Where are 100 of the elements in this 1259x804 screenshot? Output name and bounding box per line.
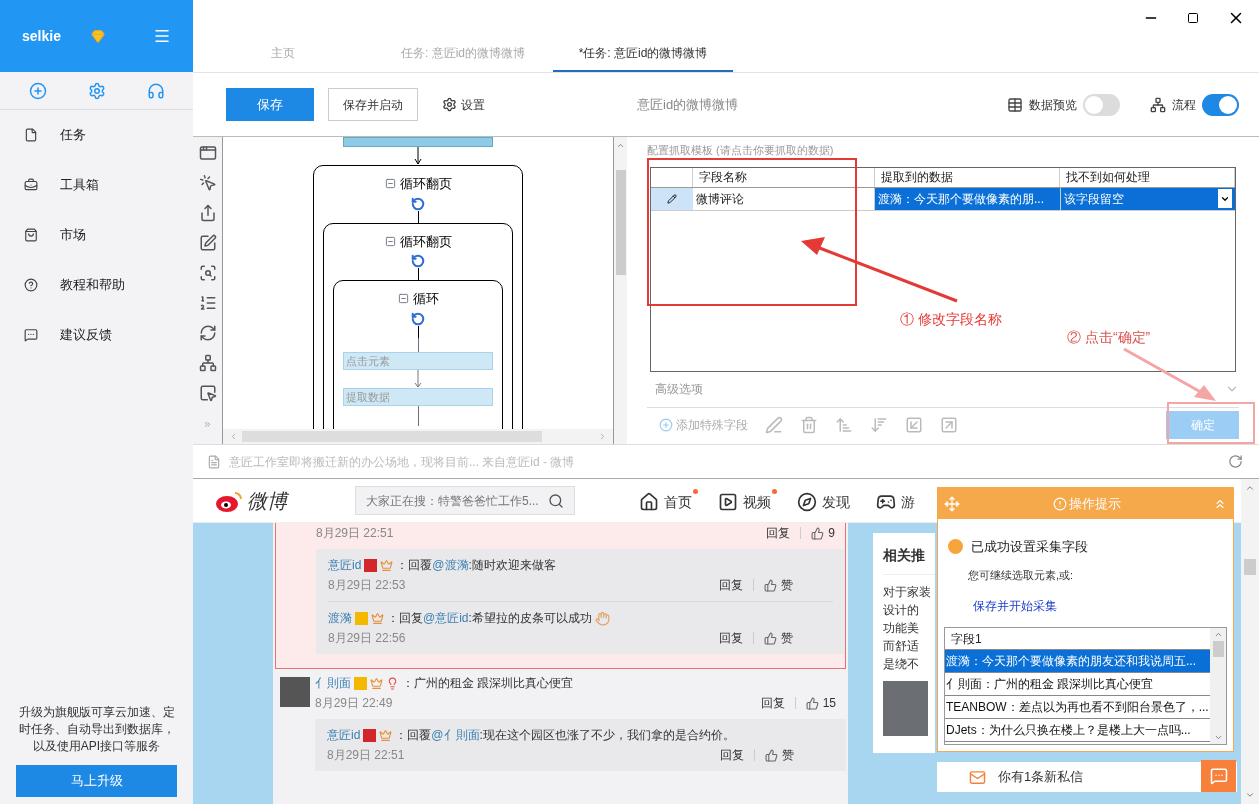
sidebar-item[interactable]: 建议反馈 — [0, 310, 193, 360]
scroll-down-icon[interactable] — [1213, 733, 1223, 742]
like-icon[interactable] — [764, 631, 777, 645]
reply-link[interactable]: 回复 — [719, 629, 743, 647]
sidebar-item[interactable]: 工具箱 — [0, 160, 193, 210]
move-up-icon[interactable] — [835, 415, 853, 434]
like-label[interactable]: 赞 — [781, 576, 793, 594]
chat-button[interactable] — [1201, 760, 1236, 792]
like-icon[interactable] — [764, 578, 777, 592]
headphones-icon[interactable] — [146, 81, 165, 100]
logo-text: 微博 — [247, 488, 287, 514]
scroll-thumb[interactable] — [1244, 558, 1256, 575]
move-icon[interactable] — [944, 495, 960, 512]
save-button[interactable]: 保存 — [226, 88, 314, 121]
task-title: 意匠id的微博微博 — [637, 95, 739, 114]
hand-icon — [594, 610, 610, 626]
like-label[interactable]: 赞 — [781, 629, 793, 647]
maximize-icon[interactable] — [1187, 11, 1199, 24]
trash-icon[interactable] — [800, 415, 818, 434]
search-icon[interactable] — [548, 492, 564, 509]
crown-icon — [379, 728, 393, 742]
cursor-icon[interactable] — [198, 384, 217, 402]
export-icon[interactable] — [940, 415, 958, 434]
nav-link[interactable]: 发现 — [797, 488, 856, 513]
sidebar-item[interactable]: 市场 — [0, 210, 193, 260]
edit-list-icon[interactable] — [765, 415, 783, 434]
reply-link[interactable]: 回复 — [720, 746, 744, 764]
comment-time: 8月29日 22:53 — [328, 577, 406, 594]
save-start-link[interactable]: 保存并开始采集 — [973, 597, 1233, 615]
home-icon — [639, 492, 659, 512]
add-icon[interactable] — [28, 81, 47, 100]
scan-icon[interactable] — [198, 264, 217, 282]
reply-link[interactable]: 回复 — [766, 524, 791, 542]
reply-link[interactable]: 回复 — [760, 694, 785, 712]
scroll-up-icon[interactable] — [1213, 630, 1223, 639]
list-icon[interactable] — [198, 294, 217, 312]
help-icon — [24, 278, 38, 292]
reply-link[interactable]: 回复 — [719, 576, 743, 594]
settings-button[interactable]: 设置 — [442, 95, 485, 114]
like-icon[interactable] — [805, 696, 819, 710]
list-item[interactable]: 渡漪：今天那个要做像素的朋友还和我说周五... — [945, 650, 1210, 673]
collapse-icon[interactable] — [384, 235, 396, 247]
upgrade-promo-text: 升级为旗舰版可享云加速、定时任务、自动导出到数据库，以及使用API接口等服务 — [17, 704, 176, 755]
move-down-icon[interactable] — [870, 415, 888, 434]
horizontal-scrollbar[interactable] — [223, 429, 613, 444]
nav-link[interactable]: 首页 — [639, 488, 698, 513]
import-icon[interactable] — [905, 415, 923, 434]
vertical-scrollbar[interactable] — [613, 137, 627, 444]
like-label[interactable]: 赞 — [782, 746, 794, 764]
scroll-right-icon[interactable] — [598, 432, 607, 441]
network-icon[interactable] — [198, 354, 217, 372]
author-name[interactable]: 渡漪 — [328, 609, 352, 627]
collapse-icon[interactable] — [384, 178, 396, 190]
nav-link[interactable]: 视频 — [718, 488, 777, 513]
edit-icon[interactable] — [198, 234, 217, 252]
nav-link[interactable]: 游 — [876, 488, 921, 513]
sidebar-item[interactable]: 教程和帮助 — [0, 260, 193, 310]
sidebar-item[interactable]: 任务 — [0, 110, 193, 160]
loop-title: 循环翻页 — [399, 175, 452, 193]
list-scrollbar[interactable] — [1210, 628, 1226, 744]
scroll-thumb[interactable] — [615, 170, 626, 275]
loop-icon — [411, 196, 425, 211]
scroll-left-icon[interactable] — [229, 432, 238, 441]
table-row[interactable]: 微博评论 渡漪：今天那个要做像素的朋... 该字段留空 — [651, 187, 1235, 211]
search-field[interactable]: 大家正在搜：特警爸爸忙工作5... — [355, 486, 575, 515]
share-icon[interactable] — [198, 204, 217, 222]
toggle-label: 流程 — [1172, 96, 1196, 114]
scroll-thumb[interactable] — [1212, 641, 1224, 657]
vertical-scrollbar[interactable] — [1241, 479, 1259, 804]
mouse-icon[interactable] — [198, 174, 217, 192]
dropdown-cell[interactable]: 该字段留空 — [1060, 187, 1235, 210]
save-and-start-button[interactable]: 保存并启动 — [328, 88, 418, 121]
card-text: 是绕不 — [883, 656, 920, 673]
like-icon[interactable] — [811, 526, 825, 540]
scroll-down-icon[interactable] — [1245, 790, 1255, 800]
menu-icon[interactable] — [153, 27, 171, 45]
expand-icon[interactable] — [203, 420, 212, 429]
scroll-up-icon[interactable] — [616, 141, 625, 150]
tab[interactable]: *任务: 意匠id的微博微博 — [553, 35, 733, 72]
window-plus-icon[interactable] — [198, 144, 217, 162]
success-message: 已成功设置采集字段 — [971, 538, 1088, 556]
author-name[interactable]: 意匠id — [327, 726, 361, 744]
search-input[interactable]: 大家正在搜：特警爸爸忙工作5... — [366, 491, 548, 510]
refresh-icon[interactable] — [1228, 454, 1243, 469]
author-name[interactable]: 亻則面 — [315, 674, 351, 692]
column-header: 字段名称 — [693, 167, 875, 187]
comment-time: 8月29日 22:56 — [328, 630, 406, 647]
step-node[interactable] — [343, 137, 493, 147]
toggle-switch[interactable] — [1083, 93, 1120, 116]
refresh-icon[interactable] — [198, 324, 217, 342]
scroll-up-icon[interactable] — [1245, 483, 1255, 493]
comment-time: 8月29日 22:51 — [327, 747, 405, 764]
toggle-switch[interactable] — [1202, 93, 1239, 116]
settings-icon[interactable] — [87, 81, 106, 100]
avatar-placeholder — [280, 677, 310, 707]
photo-placeholder — [883, 681, 928, 736]
author-name[interactable]: 意匠id — [328, 556, 362, 574]
upgrade-button[interactable]: 马上升级 — [16, 765, 177, 797]
like-icon[interactable] — [765, 748, 778, 762]
collapse-icon[interactable] — [397, 293, 409, 305]
